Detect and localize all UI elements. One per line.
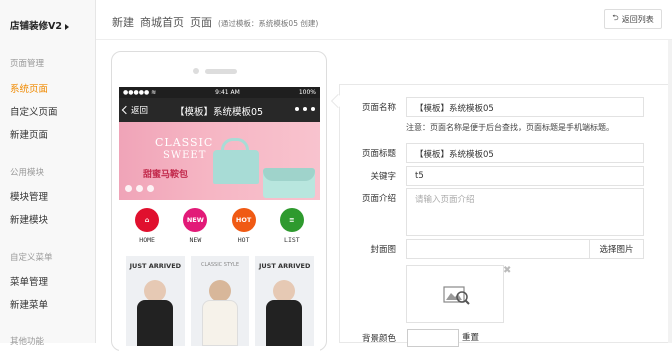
keywords-input[interactable]: t5 xyxy=(406,166,644,186)
list-icon: ≡ xyxy=(279,208,304,232)
status-time: 9:41 AM xyxy=(215,89,240,96)
battery-text: 100% xyxy=(298,89,316,96)
product-card-header: CLASSIC STYLE xyxy=(201,262,239,268)
mobile-nav-new[interactable]: NEW NEW xyxy=(177,208,213,252)
breadcrumb-item: 页面 xyxy=(190,16,212,29)
mobile-nav-label: LIST xyxy=(284,236,300,244)
page-name-label: 页面名称 xyxy=(361,103,396,113)
phone-screen: ●●●●● ≋ 9:41 AM 100% 返回 【模板】系统模板05 CLASS… xyxy=(119,87,320,357)
home-icon: ⌂ xyxy=(135,208,160,232)
model-photo xyxy=(144,280,166,302)
banner-line: SWEET xyxy=(163,150,207,161)
banner[interactable]: CLASSIC SWEET 甜蜜马鞍包 xyxy=(119,122,320,200)
chevron-left-icon xyxy=(121,105,131,115)
model-photo xyxy=(201,300,238,346)
bg-color-picker[interactable] xyxy=(407,329,459,347)
handbag-image xyxy=(263,168,315,198)
model-photo xyxy=(273,280,296,302)
product-card[interactable]: JUST ARRIVED xyxy=(126,256,185,346)
nav-group-title: 自定义菜单 xyxy=(10,253,53,263)
page-title-input[interactable]: 【模板】系统模板05 xyxy=(406,143,644,163)
nav-group-title: 页面管理 xyxy=(10,59,45,69)
nav-group-title: 其他功能 xyxy=(10,337,45,347)
phone-preview: ●●●●● ≋ 9:41 AM 100% 返回 【模板】系统模板05 CLASS… xyxy=(111,51,327,357)
cover-preview xyxy=(406,265,504,323)
product-card[interactable]: JUST ARRIVED xyxy=(255,256,315,346)
sidebar-item-new-menu[interactable]: 新建菜单 xyxy=(10,297,48,311)
mobile-nav-hot[interactable]: HOT HOT xyxy=(226,208,262,252)
status-bar: ●●●●● ≋ 9:41 AM 100% xyxy=(119,87,320,98)
sidebar-item-menu-manage[interactable]: 菜单管理 xyxy=(10,274,48,288)
image-placeholder-icon xyxy=(443,286,470,305)
page-title-label: 页面标题 xyxy=(361,149,396,159)
keywords-label: 关键字 xyxy=(370,172,396,182)
intro-textarea[interactable]: 请输入页面介绍 xyxy=(406,188,644,236)
mobile-page-title: 【模板】系统模板05 xyxy=(175,107,264,118)
intro-label: 页面介绍 xyxy=(361,194,396,204)
back-to-list-label: 返回列表 xyxy=(621,14,654,24)
more-icon[interactable] xyxy=(295,107,315,111)
reset-color-button[interactable]: 重置 xyxy=(462,331,479,343)
mobile-nav-label: HOME xyxy=(139,236,155,244)
product-card[interactable]: CLASSIC STYLE xyxy=(190,256,250,346)
model-photo xyxy=(137,300,173,346)
breadcrumb: 新建 商城首页 页面 (通过模板：系统模板05 创建) xyxy=(112,14,324,30)
cover-url-input[interactable] xyxy=(406,239,590,259)
back-to-list-button[interactable]: ⮌ 返回列表 xyxy=(604,9,662,29)
product-list: JUST ARRIVED CLASSIC STYLE JUST ARRIVED xyxy=(119,252,320,346)
mobile-back-button[interactable]: 返回 xyxy=(121,104,149,116)
scrollbar[interactable] xyxy=(668,40,672,343)
mobile-title-bar: 返回 【模板】系统模板05 xyxy=(119,98,320,122)
signal-text: ●●●●● ≋ xyxy=(123,89,157,96)
hot-icon: HOT xyxy=(231,208,256,232)
mobile-back-label: 返回 xyxy=(131,106,149,116)
template-note: (通过模板：系统模板05 创建) xyxy=(218,19,319,28)
nav-group-title: 公用模块 xyxy=(10,168,45,178)
mobile-nav-home[interactable]: ⌂ HOME xyxy=(129,208,165,252)
sidebar-item-new-module[interactable]: 新建模块 xyxy=(10,212,48,226)
mobile-nav-list[interactable]: ≡ LIST xyxy=(274,208,310,252)
remove-cover-icon[interactable]: ✖ xyxy=(503,265,511,276)
banner-line: 甜蜜马鞍包 xyxy=(143,170,189,180)
store-title[interactable]: 店铺装修V2 xyxy=(10,18,69,32)
mobile-nav-label: NEW xyxy=(189,236,202,244)
page-name-note: 注意：页面名称是便于后台查找，页面标题是手机端标题。 xyxy=(406,123,614,132)
speaker-icon xyxy=(205,69,237,74)
product-card-header: JUST ARRIVED xyxy=(258,262,311,270)
sidebar-item-system-pages[interactable]: 系统页面 xyxy=(10,81,48,95)
select-image-button[interactable]: 选择图片 xyxy=(590,239,644,259)
reply-arrow-icon: ⮌ xyxy=(612,13,619,22)
store-title-label: 店铺装修V2 xyxy=(10,21,62,32)
sidebar: 店铺装修V2 页面管理 系统页面 自定义页面 新建页面 公用模块 模块管理 新建… xyxy=(0,0,96,347)
new-icon: NEW xyxy=(183,208,208,232)
bg-color-label: 背景颜色 xyxy=(361,334,396,344)
breadcrumb-item: 新建 xyxy=(112,16,134,29)
sidebar-item-module-manage[interactable]: 模块管理 xyxy=(10,189,48,203)
breadcrumb-item: 商城首页 xyxy=(140,16,184,29)
product-card-header: JUST ARRIVED xyxy=(129,262,182,270)
cover-label: 封面图 xyxy=(370,245,396,255)
mobile-nav-label: HOT xyxy=(237,236,250,244)
page-name-input[interactable]: 【模板】系统模板05 xyxy=(406,97,644,117)
header: 新建 商城首页 页面 (通过模板：系统模板05 创建) ⮌ 返回列表 xyxy=(96,0,672,40)
sidebar-item-custom-pages[interactable]: 自定义页面 xyxy=(10,104,58,118)
banner-line: CLASSIC xyxy=(155,136,214,149)
mobile-nav: ⌂ HOME NEW NEW HOT HOT ≡ LIST xyxy=(119,200,320,252)
caret-right-icon xyxy=(64,23,69,30)
sidebar-item-new-page[interactable]: 新建页面 xyxy=(10,127,48,141)
handbag-image xyxy=(213,138,259,184)
model-photo xyxy=(208,280,231,302)
carousel-dots[interactable] xyxy=(125,185,154,192)
model-photo xyxy=(266,300,303,346)
camera-icon xyxy=(193,68,199,74)
